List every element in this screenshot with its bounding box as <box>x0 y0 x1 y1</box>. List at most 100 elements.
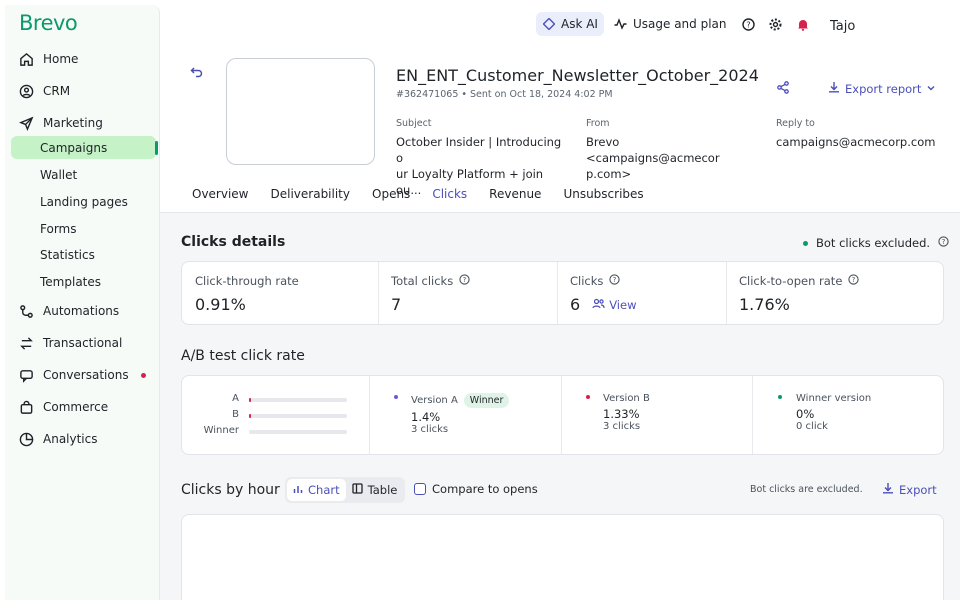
ab-bar-fill <box>249 398 251 402</box>
table-view-button[interactable]: Table <box>346 479 404 501</box>
user-name[interactable]: Tajo <box>830 19 855 34</box>
bar-chart-icon <box>293 483 303 497</box>
ab-test-card: A B Winner Version A Winner 1.4% 3 click… <box>181 375 944 455</box>
export-button[interactable]: Export <box>882 482 937 497</box>
sidebar-item-commerce[interactable]: Commerce <box>11 395 156 419</box>
checkbox[interactable] <box>414 483 426 495</box>
tab-unsubscribes[interactable]: Unsubscribes <box>552 178 654 214</box>
reply-to-label: Reply to <box>776 118 815 129</box>
sidebar-item-label: Conversations <box>43 368 129 382</box>
subject-label: Subject <box>396 118 432 129</box>
clicks-details-title: Clicks details <box>181 234 286 250</box>
export-report-button[interactable]: Export report <box>828 81 936 96</box>
winner-bullet <box>778 395 782 399</box>
sidebar-item-analytics[interactable]: Analytics <box>11 427 156 451</box>
sidebar-sub-wallet[interactable]: Wallet <box>11 163 156 186</box>
reply-to-block: Reply to campaigns@acmecorp.com <box>776 118 946 150</box>
sidebar-sub-templates[interactable]: Templates <box>11 270 156 293</box>
chart-label: Chart <box>308 483 340 497</box>
version-a-bullet <box>394 395 398 399</box>
sidebar-item-conversations[interactable]: Conversations <box>11 363 156 387</box>
kpi-value-row: 6 View <box>570 295 636 314</box>
sidebar-sub-landing-pages[interactable]: Landing pages <box>11 190 156 213</box>
sidebar-item-home[interactable]: Home <box>11 47 156 71</box>
back-arrow-icon[interactable] <box>190 66 203 81</box>
tab-clicks[interactable]: Clicks <box>421 178 479 214</box>
kpi-label: Click-through rate <box>195 274 299 288</box>
view-toggle: Chart Table <box>285 477 406 503</box>
kpi-click-through-rate: Click-through rate 0.91% <box>182 262 378 324</box>
kpi-label-row: Clicks ? <box>570 274 621 288</box>
sidebar-sub-forms[interactable]: Forms <box>11 217 156 240</box>
help-icon[interactable]: ? <box>459 274 470 288</box>
campaign-title: EN_ENT_Customer_Newsletter_October_2024 <box>396 66 759 85</box>
chart-view-button[interactable]: Chart <box>287 479 346 501</box>
help-icon[interactable]: ? <box>609 274 621 288</box>
activity-icon <box>614 17 628 31</box>
compare-to-opens-checkbox[interactable]: Compare to opens <box>414 482 538 496</box>
sidebar-item-label: Marketing <box>43 116 103 130</box>
bot-clicks-note: Bot clicks are excluded. <box>750 484 863 495</box>
ask-ai-button[interactable]: Ask AI <box>536 12 604 36</box>
sidebar-item-transactional[interactable]: Transactional <box>11 331 156 355</box>
workflow-icon <box>18 303 34 319</box>
brevo-logo[interactable]: Brevo <box>19 11 78 35</box>
sparkle-icon <box>542 17 556 31</box>
sidebar-sub-campaigns[interactable]: Campaigns <box>11 136 156 159</box>
download-icon <box>882 482 894 497</box>
pie-chart-icon <box>18 431 34 447</box>
clicks-by-hour-chart-area <box>181 514 944 600</box>
usage-and-plan-button[interactable]: Usage and plan <box>614 17 727 31</box>
version-name-row: Version A Winner <box>411 393 510 408</box>
ab-bar-label: A <box>232 393 239 404</box>
compare-label: Compare to opens <box>432 482 538 496</box>
kpi-clicks: Clicks ? 6 View <box>557 262 726 324</box>
home-icon <box>18 51 34 67</box>
share-icon[interactable] <box>777 81 789 97</box>
bot-clicks-label: Bot clicks excluded. <box>816 236 931 250</box>
tab-opens[interactable]: Opens <box>361 178 421 214</box>
email-preview-thumbnail[interactable] <box>226 58 375 165</box>
sidebar-item-label: CRM <box>43 84 71 98</box>
table-icon <box>351 483 363 497</box>
ab-bar-label: B <box>232 409 239 420</box>
status-dot <box>803 240 808 246</box>
tab-deliverability[interactable]: Deliverability <box>260 178 362 214</box>
sidebar-item-crm[interactable]: CRM <box>11 79 156 103</box>
view-clickers-link[interactable]: View <box>592 298 636 312</box>
kpi-label-row: Click-to-open rate ? <box>739 274 860 288</box>
sidebar-item-label: Automations <box>43 304 120 318</box>
from-line-1: Brevo <campaigns@acmecor <box>586 135 720 165</box>
export-label: Export <box>899 482 937 497</box>
kpi-label: Clicks <box>570 274 604 288</box>
bag-icon <box>18 399 34 415</box>
sidebar-item-automations[interactable]: Automations <box>11 299 156 323</box>
kpi-total-clicks: Total clicks ? 7 <box>378 262 557 324</box>
top-bar: Ask AI Usage and plan ? <box>536 12 810 36</box>
kpi-card: Click-through rate 0.91% Total clicks ? … <box>181 261 944 325</box>
tab-revenue[interactable]: Revenue <box>478 178 552 214</box>
version-clicks: 3 clicks <box>603 421 641 432</box>
help-icon[interactable]: ? <box>848 274 860 288</box>
ab-bar-fill <box>249 414 251 418</box>
sidebar-item-label: Home <box>43 52 79 66</box>
version-rate: 1.33% <box>603 407 640 421</box>
ab-bar-track <box>249 414 347 418</box>
svg-text:?: ? <box>463 276 467 284</box>
sidebar: Brevo Home CRM Marketing Campaigns Walle… <box>5 5 160 600</box>
kpi-value: 1.76% <box>739 295 790 314</box>
gear-icon[interactable] <box>769 17 783 31</box>
notification-dot <box>141 372 146 378</box>
sidebar-item-marketing[interactable]: Marketing <box>11 111 156 135</box>
help-icon[interactable]: ? <box>938 236 949 250</box>
bell-icon[interactable] <box>796 17 810 31</box>
sidebar-sub-statistics[interactable]: Statistics <box>11 243 156 266</box>
sidebar-item-label: Commerce <box>43 400 109 414</box>
clicks-by-hour-title: Clicks by hour <box>181 482 280 498</box>
tab-overview[interactable]: Overview <box>181 178 260 214</box>
table-label: Table <box>367 483 398 497</box>
help-icon[interactable]: ? <box>742 17 756 31</box>
version-rate: 0% <box>796 407 815 421</box>
version-name: Winner version <box>796 393 872 404</box>
kpi-value: 7 <box>391 295 402 314</box>
